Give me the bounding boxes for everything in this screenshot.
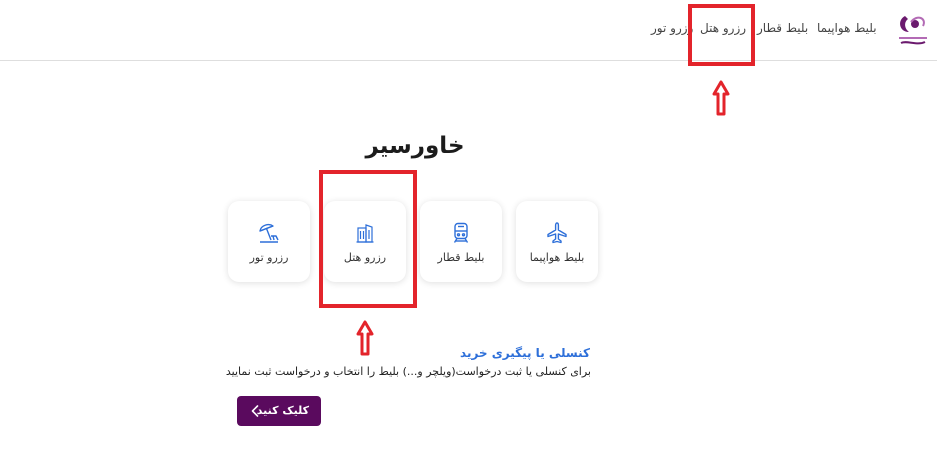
nav-item-train[interactable]: بلیط قطار	[757, 21, 808, 35]
cancel-section-description: برای کنسلی یا ثبت درخواست(ویلچر و...) بل…	[225, 365, 591, 378]
service-card-flight[interactable]: بلیط هواپیما	[516, 201, 598, 282]
cancel-section-title: کنسلی یا پیگیری خرید	[460, 346, 590, 360]
service-card-tour[interactable]: رزرو تور	[228, 201, 310, 282]
khavarseir-logo-icon[interactable]	[893, 10, 933, 48]
click-here-button-label: کلیک کنید	[256, 404, 309, 417]
airplane-icon	[547, 222, 567, 244]
chevron-left-icon	[251, 405, 259, 417]
service-card-label: بلیط قطار	[437, 251, 485, 264]
building-icon	[356, 224, 374, 243]
service-card-label: رزرو تور	[249, 251, 289, 264]
click-here-button[interactable]: کلیک کنید	[237, 396, 321, 426]
train-icon	[453, 222, 469, 243]
nav-item-flight[interactable]: بلیط هواپیما	[817, 21, 877, 35]
arrow-up-icon	[356, 320, 374, 356]
top-navbar: بلیط هواپیما بلیط قطار رزرو هتل رزرو تور	[0, 0, 937, 61]
beach-umbrella-icon	[259, 223, 279, 243]
page-title: خاورسیر	[365, 133, 465, 159]
service-card-label: بلیط هواپیما	[529, 251, 585, 264]
nav-item-hotel[interactable]: رزرو هتل	[700, 21, 746, 35]
service-card-hotel[interactable]: رزرو هتل	[324, 201, 406, 282]
service-card-train[interactable]: بلیط قطار	[420, 201, 502, 282]
arrow-up-icon	[712, 80, 730, 116]
service-card-label: رزرو هتل	[343, 251, 387, 264]
nav-item-tour[interactable]: رزرو تور	[651, 21, 693, 35]
